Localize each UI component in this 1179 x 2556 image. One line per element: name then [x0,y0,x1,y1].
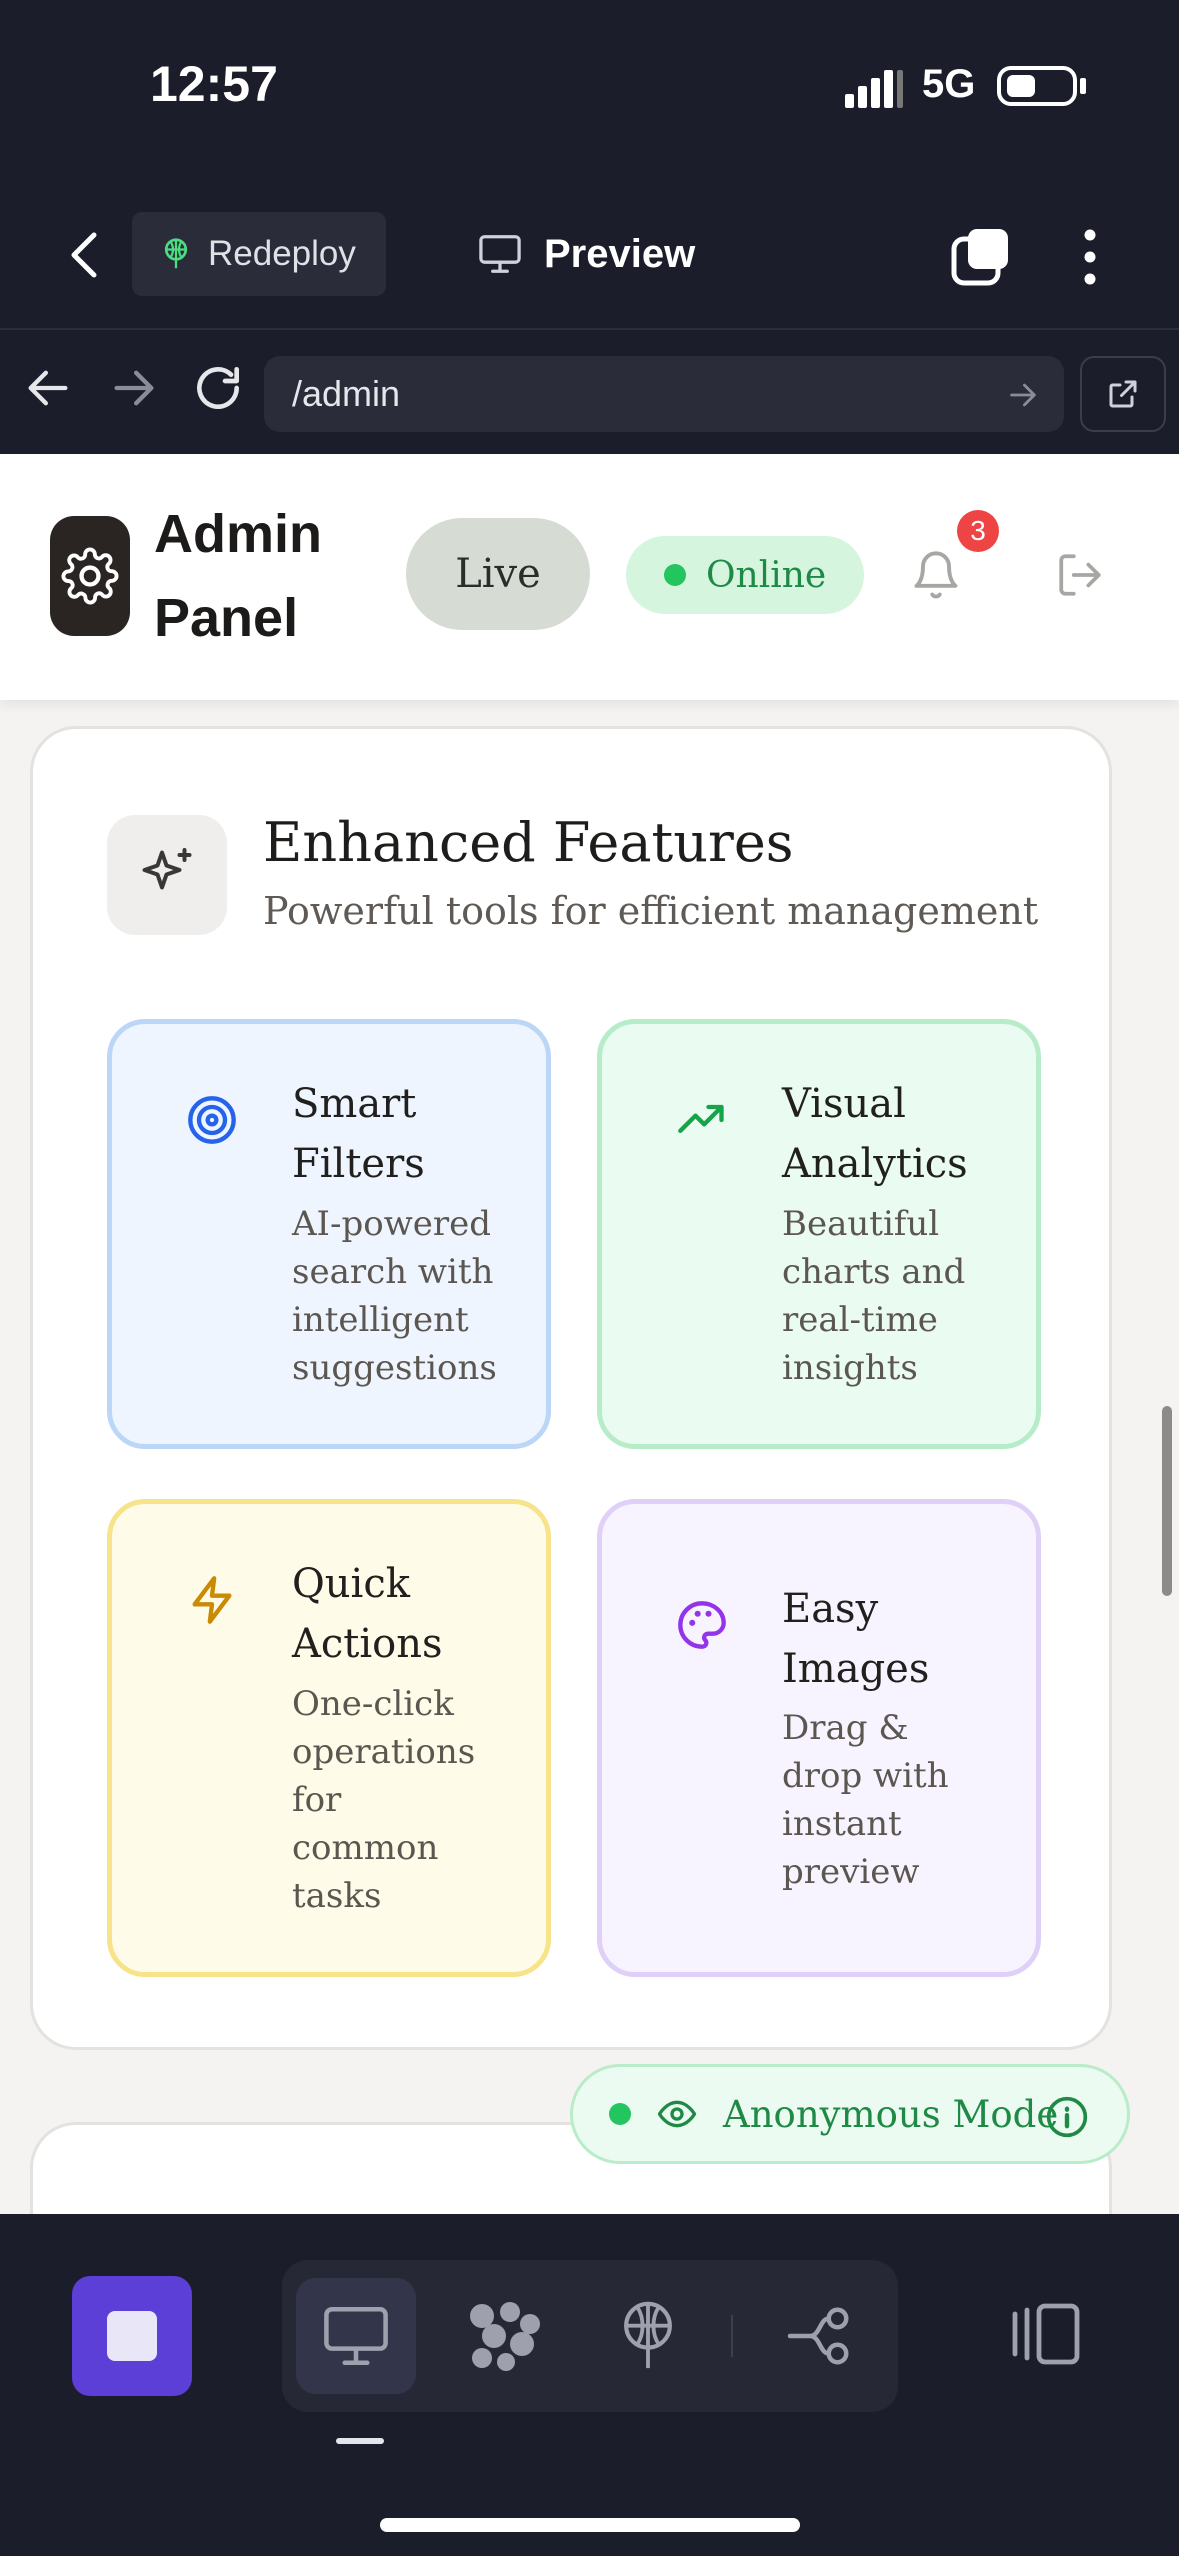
feature-title: Visual Analytics [782,1081,968,1187]
notification-count-badge: 3 [957,510,999,552]
app-toolbar: Redeploy Preview [0,180,1179,330]
browser-url-bar: /admin [0,332,1179,454]
feature-tile-visual-analytics[interactable]: Visual Analytics Beautiful charts and re… [597,1019,1041,1449]
preview-button[interactable]: Preview [478,212,728,296]
gear-icon [61,547,119,605]
stop-button[interactable] [72,2276,192,2396]
dots-grid-icon [470,2302,540,2371]
clock: 12:57 [150,56,278,112]
preview-label: Preview [544,231,696,276]
agent-tab[interactable] [444,2278,564,2394]
info-icon[interactable] [1045,2095,1089,2139]
feature-description: Drag & drop with instant preview [782,1708,949,1892]
admin-header: Admin Panel Live Online 3 [0,454,1179,700]
redeploy-label: Redeploy [208,234,356,273]
palette-icon [678,1601,726,1649]
sparkles-icon [142,848,192,890]
web-preview: Admin Panel Live Online 3 Enhanced Featu… [0,454,1179,2214]
status-bar: 12:57 5G [0,0,1179,180]
deploy-icon [164,238,188,269]
open-external-button[interactable] [1080,356,1166,432]
deploy-icon [624,2301,672,2369]
tabs-icon[interactable] [950,225,1014,289]
view-switcher [282,2260,898,2412]
feature-tile-quick-actions[interactable]: Quick Actions One-click operations for c… [107,1499,551,1977]
battery-tip [1080,78,1086,94]
feature-description: One-click operations for common tasks [292,1684,476,1916]
feature-description: AI-powered search with intelligent sugge… [292,1204,497,1388]
feature-tile-easy-images[interactable]: Easy Images Drag & drop with instant pre… [597,1499,1041,1977]
monitor-icon [479,235,521,273]
status-dot [609,2103,631,2125]
home-indicator [380,2518,800,2532]
section-title: Enhanced Features [263,811,794,874]
url-text: /admin [292,373,401,414]
url-input[interactable]: /admin [264,356,1064,432]
anonymous-mode-badge[interactable]: Anonymous Mode [570,2064,1130,2164]
scrollbar[interactable] [1162,1406,1172,1596]
divider [731,2315,733,2357]
bottom-dock [0,2214,1179,2556]
feature-title: Smart Filters [292,1081,425,1187]
git-branch-icon [787,2307,849,2365]
more-vertical-icon[interactable] [1070,225,1110,289]
reload-icon[interactable] [190,360,246,416]
redeploy-button[interactable]: Redeploy [132,212,386,296]
eye-icon [657,2100,697,2128]
monitor-icon [324,2306,388,2366]
trending-up-icon [678,1104,724,1133]
feature-tile-smart-filters[interactable]: Smart Filters AI-powered search with int… [107,1019,551,1449]
network-type: 5G [922,62,976,106]
bell-icon[interactable] [910,546,962,604]
logout-icon[interactable] [1055,548,1105,602]
stop-icon [107,2311,157,2361]
anonymous-mode-label: Anonymous Mode [723,2092,1059,2136]
section-subtitle: Powerful tools for efficient management [263,889,1039,933]
page-title: Admin Panel [154,504,322,648]
arrow-right-icon[interactable] [108,362,160,414]
admin-logo [50,516,130,636]
external-link-icon [1109,380,1137,408]
online-status-badge: Online [626,536,864,614]
feature-title: Easy Images [782,1586,930,1692]
panel-toggle-icon[interactable] [1008,2302,1082,2366]
live-button[interactable]: Live [406,518,590,630]
sparkles-badge [107,815,227,935]
feature-title: Quick Actions [292,1561,443,1667]
cellular-signal-icon [845,70,903,108]
active-tab-indicator [336,2438,384,2444]
preview-tab[interactable] [296,2278,416,2394]
target-icon [188,1096,236,1144]
feature-description: Beautiful charts and real-time insights [782,1204,966,1388]
git-tab[interactable] [760,2278,880,2394]
enhanced-features-card: Enhanced Features Powerful tools for eff… [30,726,1112,2050]
online-dot [664,564,686,586]
arrow-left-icon[interactable] [22,362,74,414]
go-arrow-icon[interactable] [1006,378,1040,412]
deploy-tab[interactable] [588,2278,708,2394]
chevron-left-icon[interactable] [60,225,110,285]
zap-icon [192,1576,232,1624]
online-label: Online [706,554,827,596]
battery-icon [997,66,1077,106]
